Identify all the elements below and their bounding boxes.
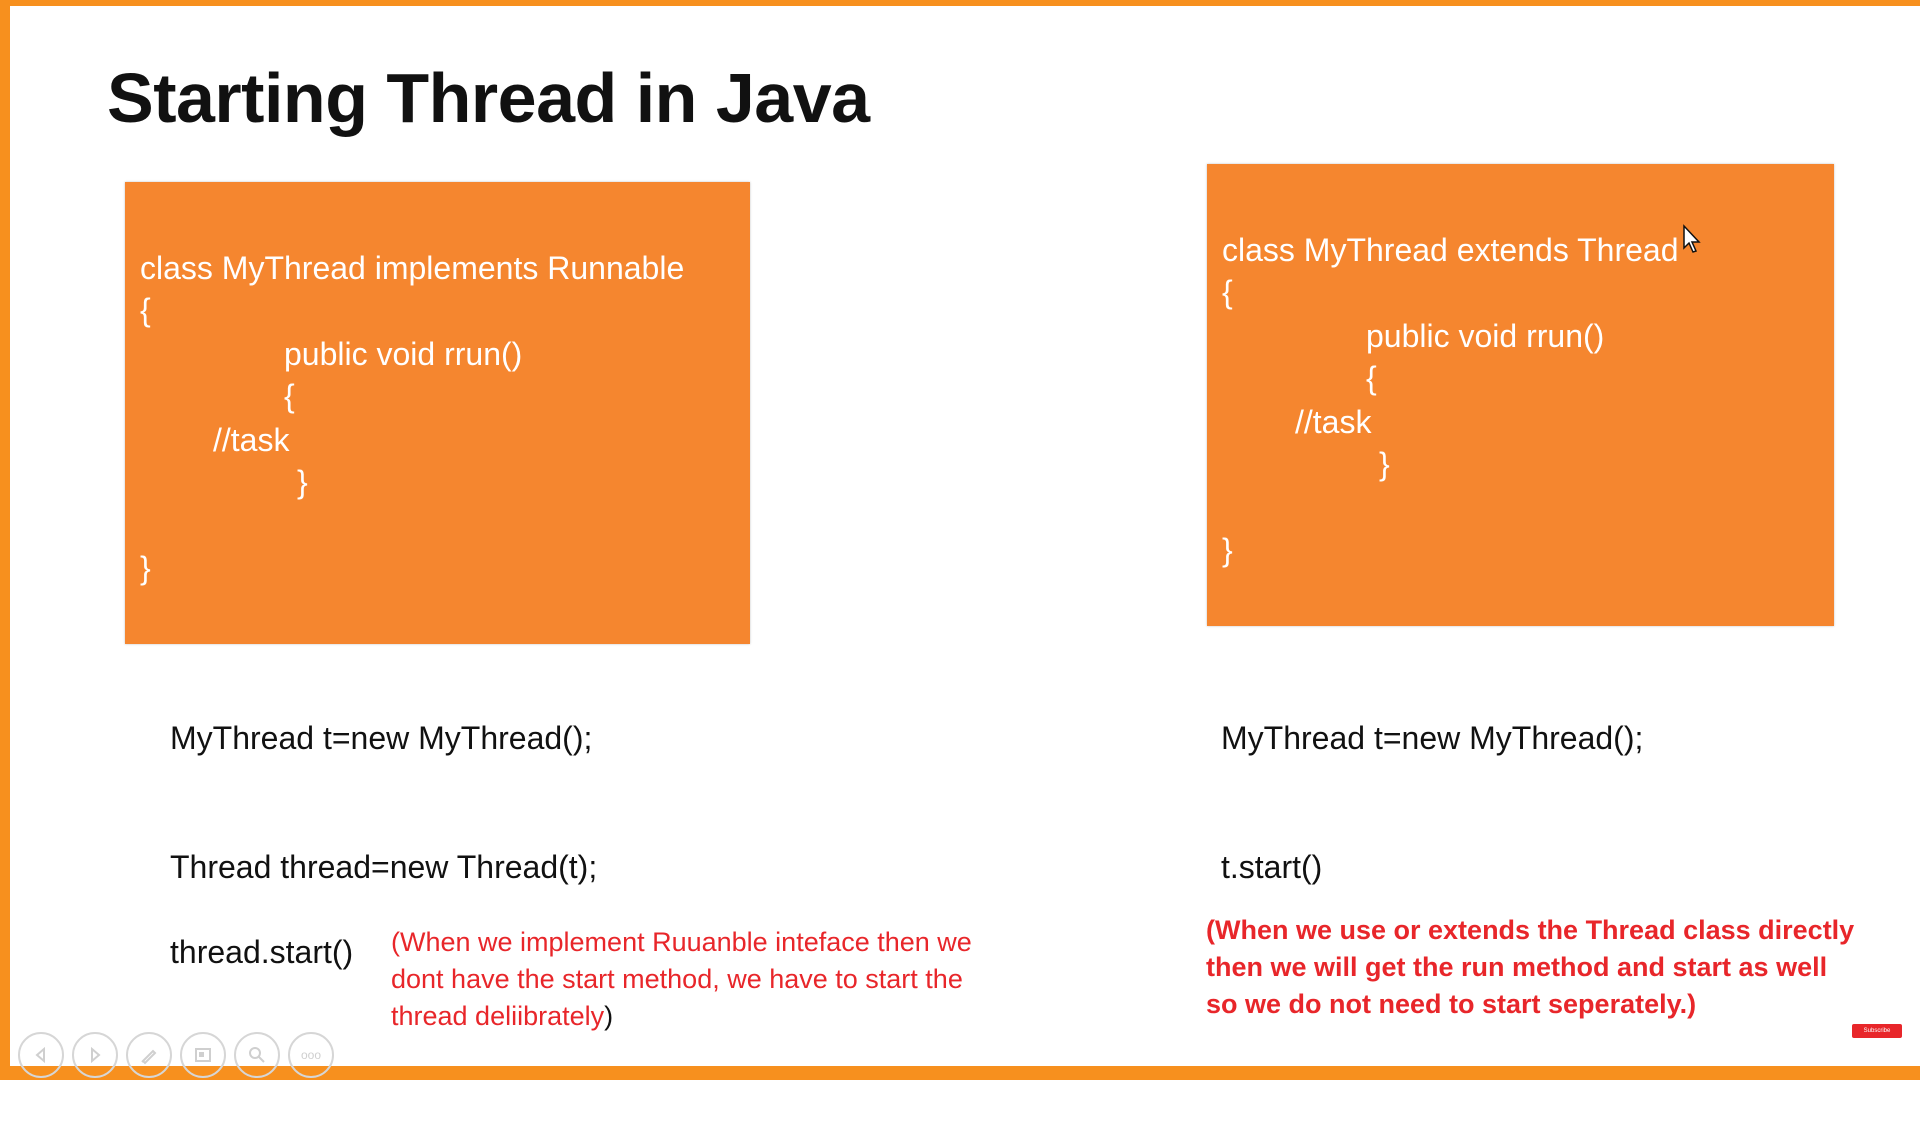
code-line: //task	[1295, 404, 1372, 440]
runnable-code-box: class MyThread implements Runnable { pub…	[125, 182, 750, 644]
code-line: public void rrun()	[1366, 318, 1605, 354]
more-icon[interactable]: ooo	[288, 1032, 334, 1078]
code-line: }	[297, 464, 308, 500]
next-icon[interactable]	[72, 1032, 118, 1078]
code-line: {	[1366, 360, 1377, 396]
left-instantiate-line: MyThread t=new MyThread();	[170, 720, 593, 756]
code-line: }	[140, 550, 151, 586]
runnable-note-text: (When we implement Ruuanble inteface the…	[391, 927, 972, 1031]
code-line: {	[140, 292, 151, 328]
code-line: class MyThread implements Runnable	[140, 250, 685, 286]
runnable-note: (When we implement Ruuanble inteface the…	[391, 924, 1031, 1035]
zoom-icon[interactable]	[234, 1032, 280, 1078]
runnable-note-close: )	[604, 1001, 614, 1031]
left-thread-wrap-line: Thread thread=new Thread(t);	[170, 849, 598, 885]
subscribe-badge[interactable]: Subscribe	[1852, 1024, 1902, 1038]
code-line: {	[1222, 274, 1233, 310]
extends-note: (When we use or extends the Thread class…	[1206, 915, 1855, 1019]
code-line: class MyThread extends Thread	[1222, 232, 1679, 268]
right-instantiate-line: MyThread t=new MyThread();	[1221, 720, 1644, 756]
code-line: //task	[213, 422, 290, 458]
extends-thread-code-box: class MyThread extends Thread { public v…	[1207, 164, 1834, 626]
left-start-line: thread.start()	[170, 934, 354, 970]
mouse-cursor-icon	[1683, 224, 1701, 253]
slides-icon[interactable]	[180, 1032, 226, 1078]
right-start-line: t.start()	[1221, 849, 1323, 885]
pen-icon[interactable]	[126, 1032, 172, 1078]
code-line: }	[1222, 532, 1233, 568]
slideshow-controls: ooo	[18, 1032, 334, 1078]
code-line: public void rrun()	[284, 336, 523, 372]
slide-title: Starting Thread in Java	[107, 59, 870, 137]
below-slide-area	[0, 1080, 1920, 1134]
previous-icon[interactable]	[18, 1032, 64, 1078]
code-line: {	[284, 378, 295, 414]
code-line: }	[1379, 446, 1390, 482]
slide: Starting Thread in Java class MyThread i…	[0, 0, 1920, 1080]
